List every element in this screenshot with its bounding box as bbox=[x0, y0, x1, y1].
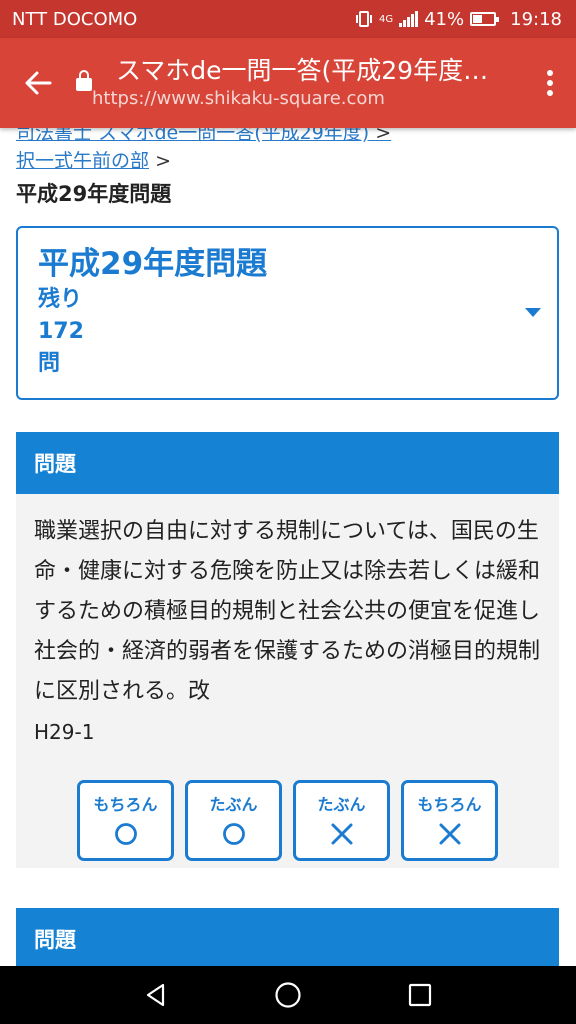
remaining-count: 172 bbox=[38, 319, 84, 344]
back-button[interactable] bbox=[0, 38, 76, 128]
more-dot-icon bbox=[547, 70, 553, 76]
dropdown-arrow-icon bbox=[525, 308, 541, 317]
page-title: スマホde一問一答(平成29年度… bbox=[116, 56, 489, 85]
answer-definitely-wrong-button[interactable]: もちろん bbox=[401, 780, 498, 861]
battery-percent: 41% bbox=[424, 8, 465, 30]
nav-back-button[interactable] bbox=[126, 966, 186, 1024]
status-icons: 4G 41% 19:18 bbox=[355, 9, 562, 30]
more-dot-icon bbox=[547, 80, 553, 86]
breadcrumb-link-parent[interactable]: 司法書士 スマホde一問一答(平成29年度) bbox=[16, 128, 369, 144]
browser-toolbar: スマホde一問一答(平成29年度… https://www.shikaku-sq… bbox=[0, 38, 576, 128]
clock: 19:18 bbox=[510, 8, 562, 30]
question-card: 問題 bbox=[16, 908, 559, 966]
breadcrumb-separator: > bbox=[375, 128, 392, 144]
answer-label: もちろん bbox=[93, 794, 158, 814]
question-header: 問題 bbox=[16, 432, 559, 494]
selector-title: 平成29年度問題 bbox=[38, 246, 268, 282]
breadcrumb-partial: 司法書士 スマホde一問一答(平成29年度) > bbox=[16, 128, 391, 145]
question-card: 問題 職業選択の自由に対する規制については、国民の生命・健康に対する危険を防止又… bbox=[16, 432, 559, 868]
status-bar: NTT DOCOMO 4G 41% 19:18 bbox=[0, 0, 576, 38]
answer-probably-wrong-button[interactable]: たぶん bbox=[293, 780, 390, 861]
question-set-selector[interactable]: 平成29年度問題 残り 172 問 bbox=[16, 226, 559, 400]
answer-label: たぶん bbox=[317, 794, 366, 814]
battery-icon bbox=[470, 12, 500, 26]
vibrate-icon bbox=[355, 11, 372, 27]
more-dot-icon bbox=[547, 90, 553, 96]
system-navigation-bar bbox=[0, 966, 576, 1024]
page-content: 司法書士 スマホde一問一答(平成29年度) > 択一式午前の部 > 平成29年… bbox=[0, 128, 576, 966]
breadcrumb-link-section[interactable]: 択一式午前の部 bbox=[16, 150, 149, 172]
nav-home-button[interactable] bbox=[258, 966, 318, 1024]
nav-recents-button[interactable] bbox=[390, 966, 450, 1024]
cross-icon bbox=[329, 821, 355, 847]
url-text: https://www.shikaku-square.com bbox=[92, 88, 385, 109]
answer-label: たぶん bbox=[209, 794, 258, 814]
circle-icon bbox=[221, 821, 247, 847]
signal-icon bbox=[399, 11, 419, 27]
remaining-unit: 問 bbox=[38, 351, 61, 376]
network-type-icon: 4G bbox=[378, 13, 394, 25]
question-text: 職業選択の自由に対する規制については、国民の生命・健康に対する危険を防止又は除去… bbox=[34, 519, 541, 704]
answer-probably-correct-button[interactable]: たぶん bbox=[185, 780, 282, 861]
address-area[interactable]: スマホde一問一答(平成29年度… https://www.shikaku-sq… bbox=[92, 55, 524, 111]
answer-definitely-correct-button[interactable]: もちろん bbox=[77, 780, 174, 861]
question-code: H29-1 bbox=[34, 720, 95, 744]
back-arrow-icon bbox=[25, 71, 52, 95]
carrier-name: NTT DOCOMO bbox=[12, 8, 138, 30]
overflow-menu-button[interactable] bbox=[524, 38, 576, 128]
circle-icon bbox=[113, 821, 139, 847]
cross-icon bbox=[437, 821, 463, 847]
breadcrumb-current: 平成29年度問題 bbox=[16, 182, 172, 206]
answer-buttons: もちろん たぶん たぶん もちろん bbox=[16, 752, 559, 861]
triangle-back-icon bbox=[146, 983, 165, 1007]
answer-label: もちろん bbox=[417, 794, 482, 814]
breadcrumb-separator: > bbox=[155, 150, 171, 172]
breadcrumb: 択一式午前の部 > bbox=[16, 146, 171, 173]
circle-home-icon bbox=[275, 982, 301, 1008]
square-recents-icon bbox=[408, 983, 432, 1007]
question-header: 問題 bbox=[16, 908, 559, 966]
remaining-label: 残り bbox=[38, 287, 83, 312]
